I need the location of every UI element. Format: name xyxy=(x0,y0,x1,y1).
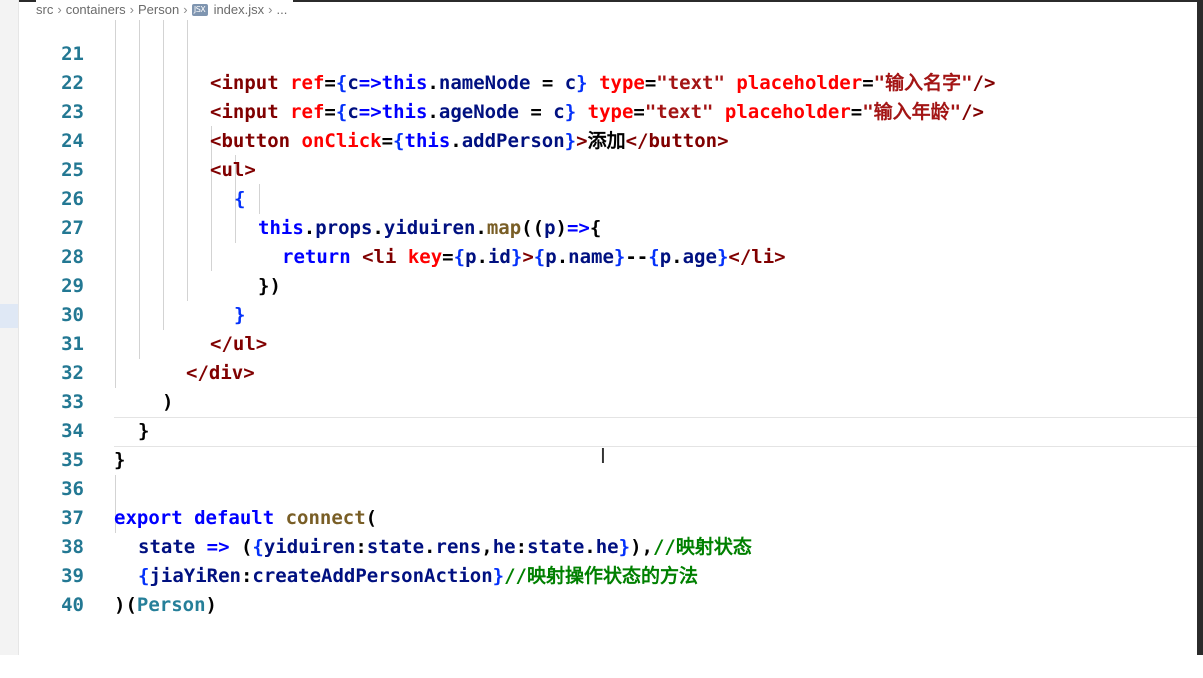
line-code[interactable]: )(Person) xyxy=(114,591,217,620)
code-line: 38 {jiaYiRen:createAddPersonAction}//映射操… xyxy=(18,504,1197,587)
code-line: 28 }) xyxy=(18,214,1197,297)
code-line: 35 xyxy=(18,417,1197,471)
code-line: 26 this.props.yiduiren.map((p)=>{ xyxy=(18,156,1197,239)
code-editor[interactable]: 21 <input ref={c=>this.nameNode = c} typ… xyxy=(18,0,1197,655)
code-line: 33 } xyxy=(18,359,1197,442)
code-line: 31 </div> xyxy=(18,301,1197,384)
code-line: 36 export default connect( xyxy=(18,446,1197,529)
breadcrumb: src › containers › Person › JSX index.js… xyxy=(36,0,294,20)
code-line: 23 <button onClick={this.addPerson}>添加</… xyxy=(18,69,1197,152)
code-line: 37 state => ({yiduiren:state.rens,he:sta… xyxy=(18,475,1197,558)
text-cursor-icon: I xyxy=(600,444,606,468)
code-line: 25 { xyxy=(18,127,1197,210)
chevron-right-icon: › xyxy=(57,2,62,17)
scroll-position-marker xyxy=(0,304,18,328)
code-line: 22 <input ref={c=>this.ageNode = c} type… xyxy=(18,40,1197,123)
chevron-right-icon: › xyxy=(129,2,135,17)
window-right-border xyxy=(1197,0,1203,655)
breadcrumb-item-src[interactable]: src xyxy=(36,0,53,20)
code-line: 30 </ul> xyxy=(18,272,1197,355)
chevron-right-icon: › xyxy=(268,2,273,17)
breadcrumb-item-more[interactable]: ... xyxy=(276,0,287,20)
chevron-right-icon: › xyxy=(183,2,188,17)
code-line: 32 ) xyxy=(18,330,1197,413)
line-number: 40 xyxy=(61,594,84,616)
breadcrumb-item-file[interactable]: index.jsx xyxy=(214,0,265,20)
code-line: 29 } xyxy=(18,243,1197,326)
code-line: 27 return <li key={p.id}>{p.name}--{p.ag… xyxy=(18,185,1197,268)
code-line: 24 <ul> xyxy=(18,98,1197,181)
jsx-file-icon: JSX xyxy=(191,4,208,16)
breadcrumb-item-person[interactable]: Person xyxy=(138,0,179,20)
code-line: 39 )(Person) xyxy=(18,533,1197,616)
code-line: 34 } xyxy=(18,388,1197,471)
breadcrumb-item-containers[interactable]: containers xyxy=(66,0,126,20)
code-line: 40 xyxy=(18,562,1197,616)
